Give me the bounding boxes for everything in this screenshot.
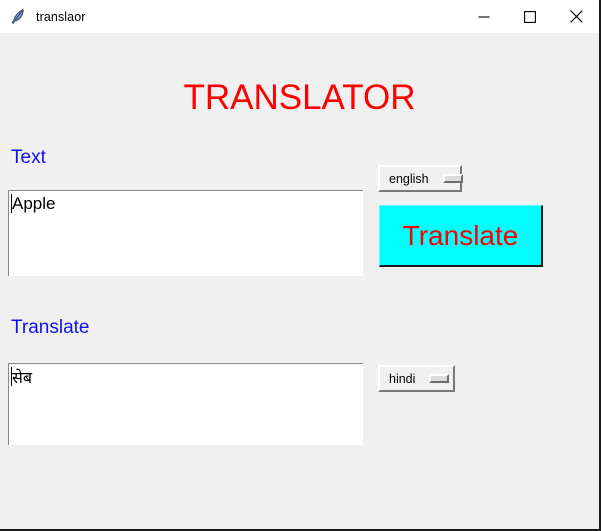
target-text-value: सेब (12, 368, 32, 387)
target-text-output[interactable]: सेब (8, 363, 363, 445)
maximize-icon (524, 10, 536, 23)
close-button[interactable] (553, 0, 599, 33)
minimize-button[interactable] (461, 0, 507, 33)
dropdown-indicator-icon (429, 374, 450, 383)
source-text-input[interactable]: Apple (8, 190, 363, 276)
client-area: TRANSLATOR Text Apple english Translate … (0, 33, 599, 529)
source-language-dropdown[interactable]: english (378, 165, 463, 192)
minimize-icon (478, 15, 490, 18)
window-title: translaor (36, 9, 86, 24)
source-section-label: Text (11, 147, 46, 168)
dropdown-indicator-icon (442, 174, 463, 183)
target-language-dropdown[interactable]: hindi (378, 365, 455, 392)
title-bar: translaor (0, 0, 599, 33)
source-language-value: english (389, 171, 429, 186)
maximize-button[interactable] (507, 0, 553, 33)
target-language-value: hindi (389, 371, 416, 386)
source-text-value: Apple (12, 194, 56, 213)
target-section-label: Translate (11, 317, 90, 338)
close-icon (569, 10, 583, 23)
window-controls (461, 0, 599, 33)
page-title: TRANSLATOR (183, 78, 416, 117)
feather-icon (11, 9, 24, 24)
application-window: translaor TRANSLATOR Text Apple english … (0, 0, 601, 531)
translate-button[interactable]: Translate (379, 205, 543, 267)
